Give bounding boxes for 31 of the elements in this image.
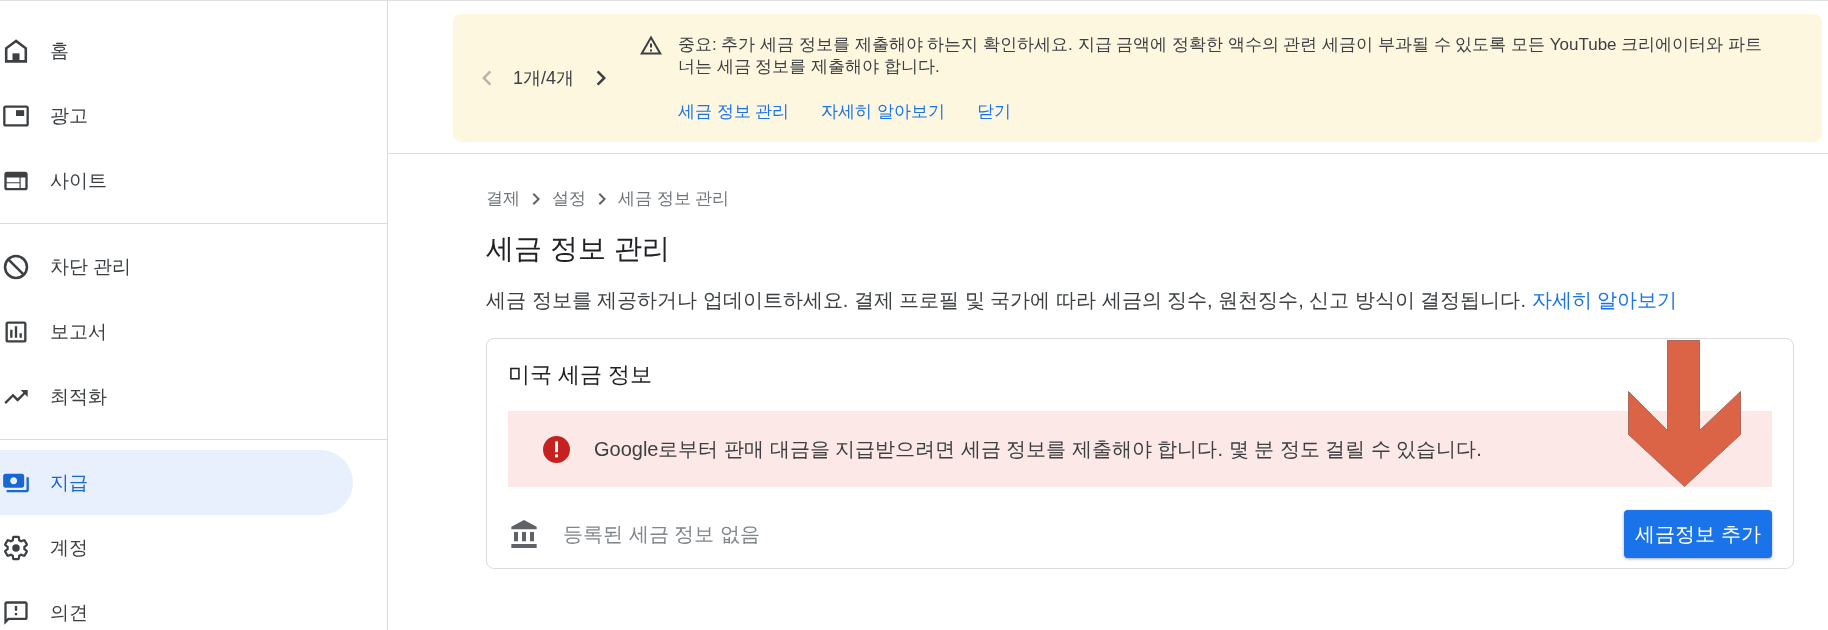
card-title: 미국 세금 정보 bbox=[508, 362, 654, 388]
sidebar-item[interactable]: 사이트 bbox=[0, 148, 353, 213]
error-icon bbox=[543, 435, 570, 463]
empty-state-text: 등록된 세금 정보 없음 bbox=[563, 521, 761, 547]
breadcrumb-item: 세금 정보 관리 bbox=[618, 189, 730, 209]
block-icon bbox=[2, 252, 30, 281]
alert-text: Google로부터 판매 대금을 지급받으려면 세금 정보를 제출해야 합니다. 몇 분 정도 걸릴 수 있습니다. bbox=[594, 437, 1482, 461]
breadcrumb-item[interactable]: 결제 bbox=[486, 189, 520, 209]
bank-icon bbox=[510, 520, 538, 548]
settings-icon bbox=[2, 533, 30, 562]
breadcrumb-item[interactable]: 설정 bbox=[552, 189, 586, 209]
sidebar-item[interactable]: 최적화 bbox=[0, 364, 353, 429]
feedback-icon bbox=[2, 598, 30, 627]
pager-count: 1개/4개 bbox=[513, 67, 575, 90]
sidebar-item[interactable]: 의견 bbox=[0, 580, 353, 630]
sidebar-item[interactable]: 보고서 bbox=[0, 299, 353, 364]
sidebar-item[interactable]: 홈 bbox=[0, 18, 353, 83]
add-tax-info-button[interactable]: 세금정보 추가 bbox=[1624, 510, 1772, 558]
notice-link[interactable]: 세금 정보 관리 bbox=[678, 101, 790, 123]
learn-more-link[interactable]: 자세히 알아보기 bbox=[1531, 289, 1678, 311]
notice-text: 중요: 추가 세금 정보를 제출해야 하는지 확인하세요. 지급 금액에 정확한 액수의 관련 세금이 부과될 수 있도록 모든 YouTube 크리에이터와 파트너는 세금 정보를 제출해야 합니다. bbox=[678, 34, 1764, 78]
notice-link[interactable]: 닫기 bbox=[977, 101, 1012, 123]
sidebar-item[interactable]: 지급 bbox=[0, 450, 353, 515]
page-title: 세금 정보 관리 bbox=[486, 233, 671, 265]
down-arrow-icon bbox=[1628, 340, 1741, 487]
warning-icon bbox=[640, 34, 663, 56]
sidebar-item[interactable]: 계정 bbox=[0, 515, 353, 580]
sidebar-item[interactable]: 차단 관리 bbox=[0, 234, 353, 299]
sidebar-item[interactable]: 광고 bbox=[0, 83, 353, 148]
notice-link[interactable]: 자세히 알아보기 bbox=[821, 101, 946, 123]
description-text: 세금 정보를 제공하거나 업데이트하세요. 결제 프로필 및 국가에 따라 세금의 징수, 원천징수, 신고 방식이 결정됩니다. 자세히 알아보기 bbox=[486, 288, 1679, 313]
